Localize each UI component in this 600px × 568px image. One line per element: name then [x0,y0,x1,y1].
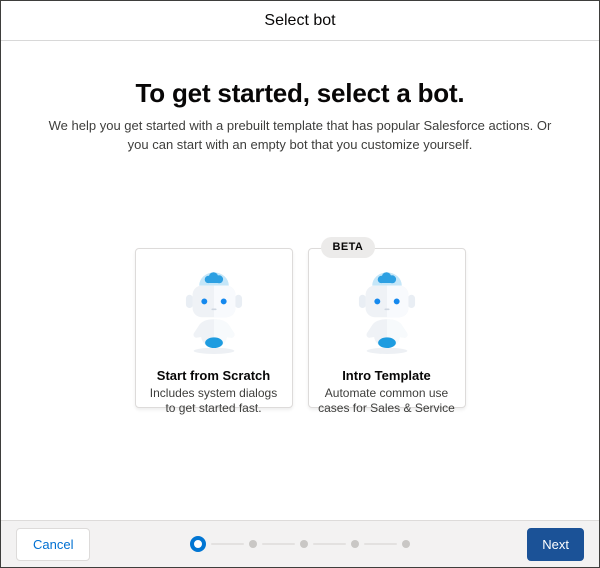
progress-step-5 [402,540,410,548]
progress-step-2 [249,540,257,548]
progress-step-3 [300,540,308,548]
progress-connector [313,543,346,545]
beta-badge: BETA [320,236,376,258]
bot-card-row: Start from Scratch Includes system dialo… [1,236,599,415]
progress-connector [211,543,244,545]
einstein-bot-icon [341,255,433,357]
progress-connector [364,543,397,545]
page-title: To get started, select a bot. [135,78,465,108]
modal-footer: Cancel Next [1,520,599,567]
progress-step-1-active [190,536,206,552]
modal-body: To get started, select a bot. We help yo… [1,78,599,415]
progress-connector [262,543,295,545]
card-intro-template[interactable]: BETA Intro Template Automate common use … [307,236,466,415]
progress-step-4 [351,540,359,548]
page-subtitle: We help you get started with a prebuilt … [48,118,552,152]
progress-indicator [190,536,410,552]
card-start-from-scratch[interactable]: Start from Scratch Includes system dialo… [134,247,293,415]
einstein-bot-icon [168,255,260,357]
card-description: Automate common use cases for Sales & Se… [318,385,455,416]
modal-title: Select bot [264,11,336,29]
cancel-button[interactable]: Cancel [16,527,91,561]
modal-header: Select bot [1,1,599,41]
card-title: Intro Template [342,367,431,383]
select-bot-modal: Select bot To get started, select a bot.… [0,0,600,568]
card-description: Includes system dialogs to get started f… [149,385,278,416]
card-title: Start from Scratch [156,367,271,383]
next-button[interactable]: Next [527,527,584,561]
